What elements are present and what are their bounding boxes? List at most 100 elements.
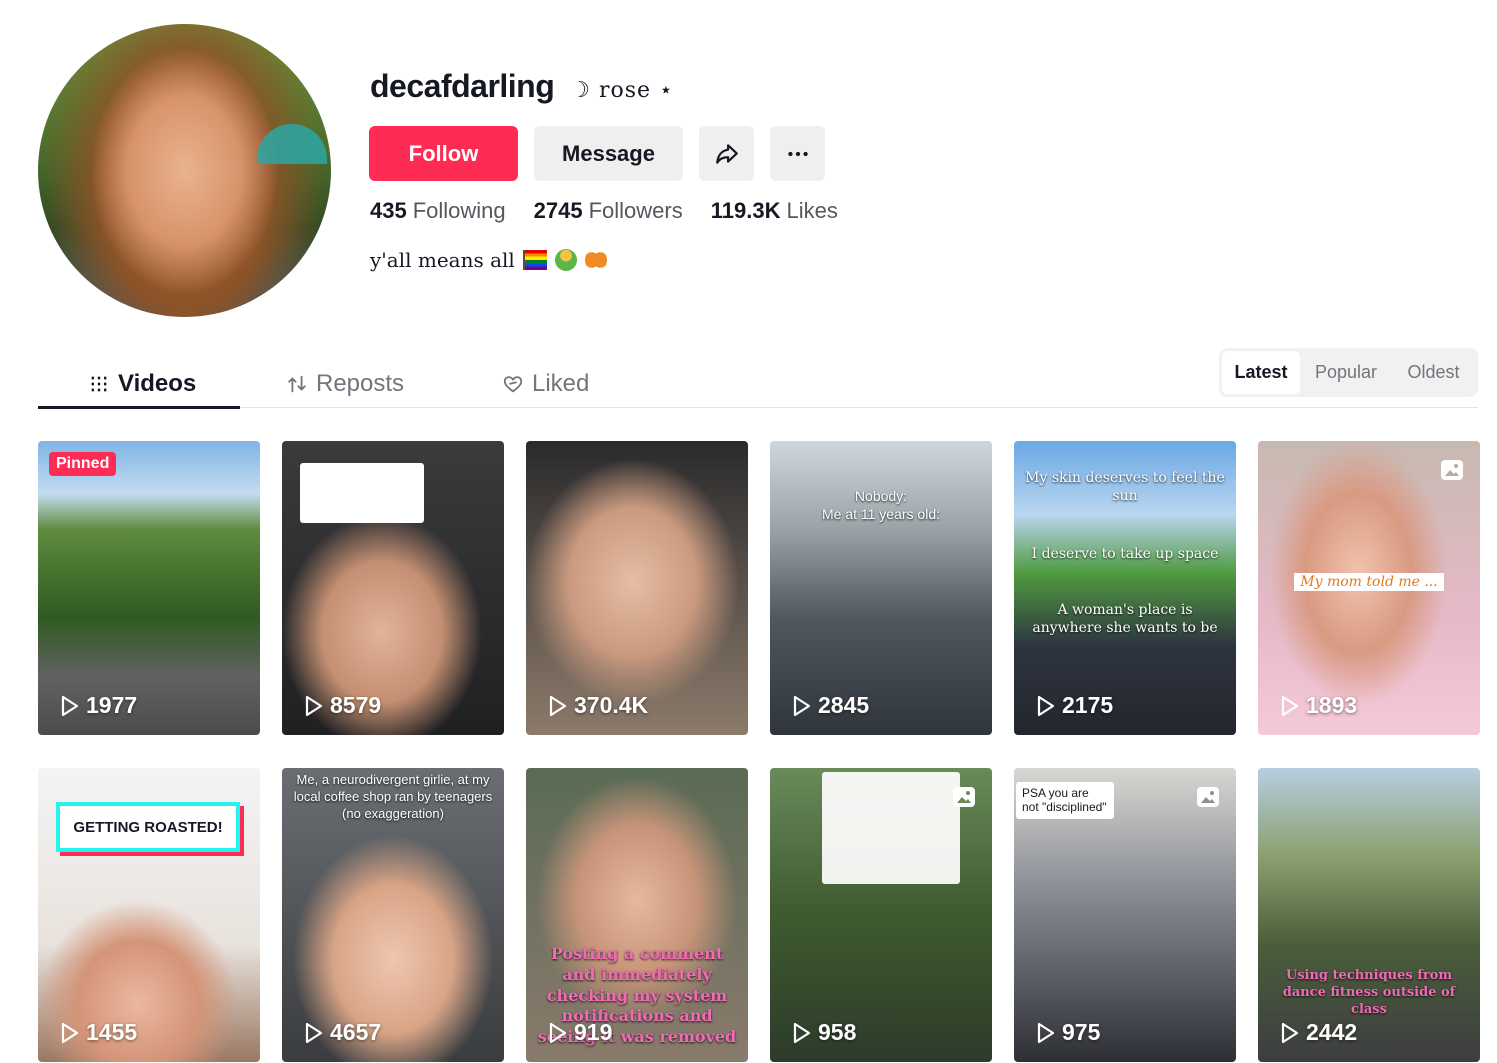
tab-liked[interactable]: Liked — [502, 360, 589, 407]
view-count: 1455 — [60, 1019, 137, 1046]
sort-popular[interactable]: Popular — [1300, 351, 1392, 394]
sort-selector: Latest Popular Oldest — [1219, 348, 1478, 397]
view-count-value: 919 — [574, 1019, 613, 1045]
heart-icon — [503, 375, 523, 392]
play-icon — [1281, 1022, 1299, 1043]
sort-oldest[interactable]: Oldest — [1392, 351, 1475, 394]
video-card[interactable]: My mom told me ... 1893 — [1258, 441, 1480, 735]
view-count-value: 2845 — [818, 692, 870, 718]
play-icon — [793, 1022, 811, 1043]
video-card[interactable]: Nobody: Me at 11 years old: 2845 — [770, 441, 992, 735]
view-count: 2175 — [1036, 692, 1113, 719]
pinned-badge: Pinned — [49, 452, 117, 476]
butterfly-icon — [584, 249, 607, 271]
video-caption-overlay: Nobody: Me at 11 years old: — [821, 488, 941, 523]
username: decafdarling — [370, 68, 555, 104]
video-card[interactable]: Pinned 1977 — [38, 441, 260, 735]
view-count: 370.4K — [548, 692, 648, 719]
play-icon — [1037, 695, 1055, 716]
video-caption-overlay: I deserve to take up space — [1031, 546, 1219, 562]
video-card[interactable]: My skin deserves to feel the sun I deser… — [1014, 441, 1236, 735]
view-count-value: 4657 — [330, 1019, 382, 1045]
tab-label: Videos — [118, 369, 197, 397]
person-in-lotus-position-icon — [554, 249, 577, 271]
play-icon — [61, 1022, 79, 1043]
view-count-value: 2442 — [1306, 1019, 1358, 1045]
play-icon — [549, 695, 567, 716]
view-count: 4657 — [304, 1019, 381, 1046]
view-count: 1977 — [60, 692, 137, 719]
video-caption-overlay: PSA you are not "disciplined" — [1016, 782, 1114, 819]
view-count-value: 1977 — [86, 692, 138, 718]
stat-following[interactable]: 435 Following — [370, 198, 506, 224]
view-count-value: 975 — [1062, 1019, 1101, 1045]
text-sticker — [822, 772, 960, 884]
video-caption-overlay: My skin deserves to feel the sun — [1025, 470, 1225, 505]
more-options-button[interactable] — [770, 126, 825, 181]
profile-stats: 435 Following 2745 Followers 119.3K Likes — [370, 198, 838, 224]
photo-mode-icon — [1197, 787, 1219, 807]
nickname: ☽ rose ⋆ — [570, 78, 674, 103]
video-card[interactable]: 958 — [770, 768, 992, 1062]
photo-mode-icon — [953, 787, 975, 807]
stat-label: Following — [412, 198, 506, 223]
stat-likes: 119.3K Likes — [711, 198, 838, 224]
view-count: 958 — [792, 1019, 856, 1046]
stat-value: 435 — [370, 198, 407, 223]
video-caption-overlay: My mom told me ... — [1258, 573, 1480, 591]
play-icon — [1037, 1022, 1055, 1043]
view-count: 8579 — [304, 692, 381, 719]
tab-videos[interactable]: Videos — [88, 360, 196, 407]
play-icon — [549, 1022, 567, 1043]
video-card[interactable]: GETTING ROASTED! 1455 — [38, 768, 260, 1062]
tab-reposts[interactable]: Reposts — [286, 360, 404, 407]
view-count: 1893 — [1280, 692, 1357, 719]
play-icon — [793, 695, 811, 716]
active-tab-indicator — [38, 406, 240, 409]
username-row: decafdarling ☽ rose ⋆ — [370, 68, 674, 105]
view-count-value: 8579 — [330, 692, 382, 718]
play-icon — [305, 695, 323, 716]
profile-actions: Follow Message — [369, 126, 825, 181]
view-count: 975 — [1036, 1019, 1100, 1046]
tab-label: Liked — [532, 369, 590, 397]
more-icon — [787, 151, 808, 156]
rainbow-flag-icon — [522, 250, 547, 270]
view-count-value: 958 — [818, 1019, 857, 1045]
video-card[interactable]: 370.4K — [526, 441, 748, 735]
view-count: 919 — [548, 1019, 612, 1046]
share-icon — [715, 143, 738, 164]
sort-latest[interactable]: Latest — [1222, 351, 1300, 394]
video-caption-overlay: Me, a neurodivergent girlie, at my local… — [293, 772, 493, 821]
avatar[interactable] — [38, 24, 331, 317]
video-card[interactable]: Posting a comment and immediately checki… — [526, 768, 748, 1062]
video-card[interactable]: PSA you are not "disciplined" 975 — [1014, 768, 1236, 1062]
video-grid: Pinned 1977 8579 370.4K Nobody: Me at 11… — [38, 441, 1480, 1062]
video-card[interactable]: 8579 — [282, 441, 504, 735]
video-card[interactable]: Me, a neurodivergent girlie, at my local… — [282, 768, 504, 1062]
video-caption-overlay: A woman's place is anywhere she wants to… — [1032, 602, 1218, 637]
play-icon — [1281, 695, 1299, 716]
video-caption-overlay: GETTING ROASTED! — [56, 802, 240, 852]
follow-button[interactable]: Follow — [369, 126, 518, 181]
stat-value: 119.3K — [710, 198, 781, 223]
stat-value: 2745 — [533, 198, 583, 223]
bio: y'all means all — [370, 248, 607, 272]
video-caption-overlay: Using techniques from dance fitness outs… — [1282, 968, 1456, 1017]
tab-label: Reposts — [316, 369, 405, 397]
stat-label: Likes — [786, 198, 838, 223]
play-icon — [305, 1022, 323, 1043]
view-count: 2845 — [792, 692, 869, 719]
grid-icon — [91, 376, 107, 391]
view-count-value: 2175 — [1062, 692, 1114, 718]
video-card[interactable]: Using techniques from dance fitness outs… — [1258, 768, 1480, 1062]
message-button[interactable]: Message — [534, 126, 683, 181]
caption-text: My mom told me ... — [1294, 573, 1444, 591]
stat-followers[interactable]: 2745 Followers — [534, 198, 683, 224]
view-count-value: 1455 — [86, 1019, 138, 1045]
bio-text: y'all means all — [370, 248, 515, 272]
stat-label: Followers — [588, 198, 683, 223]
repost-icon — [288, 375, 306, 392]
view-count-value: 1893 — [1306, 692, 1358, 718]
share-button[interactable] — [699, 126, 754, 181]
